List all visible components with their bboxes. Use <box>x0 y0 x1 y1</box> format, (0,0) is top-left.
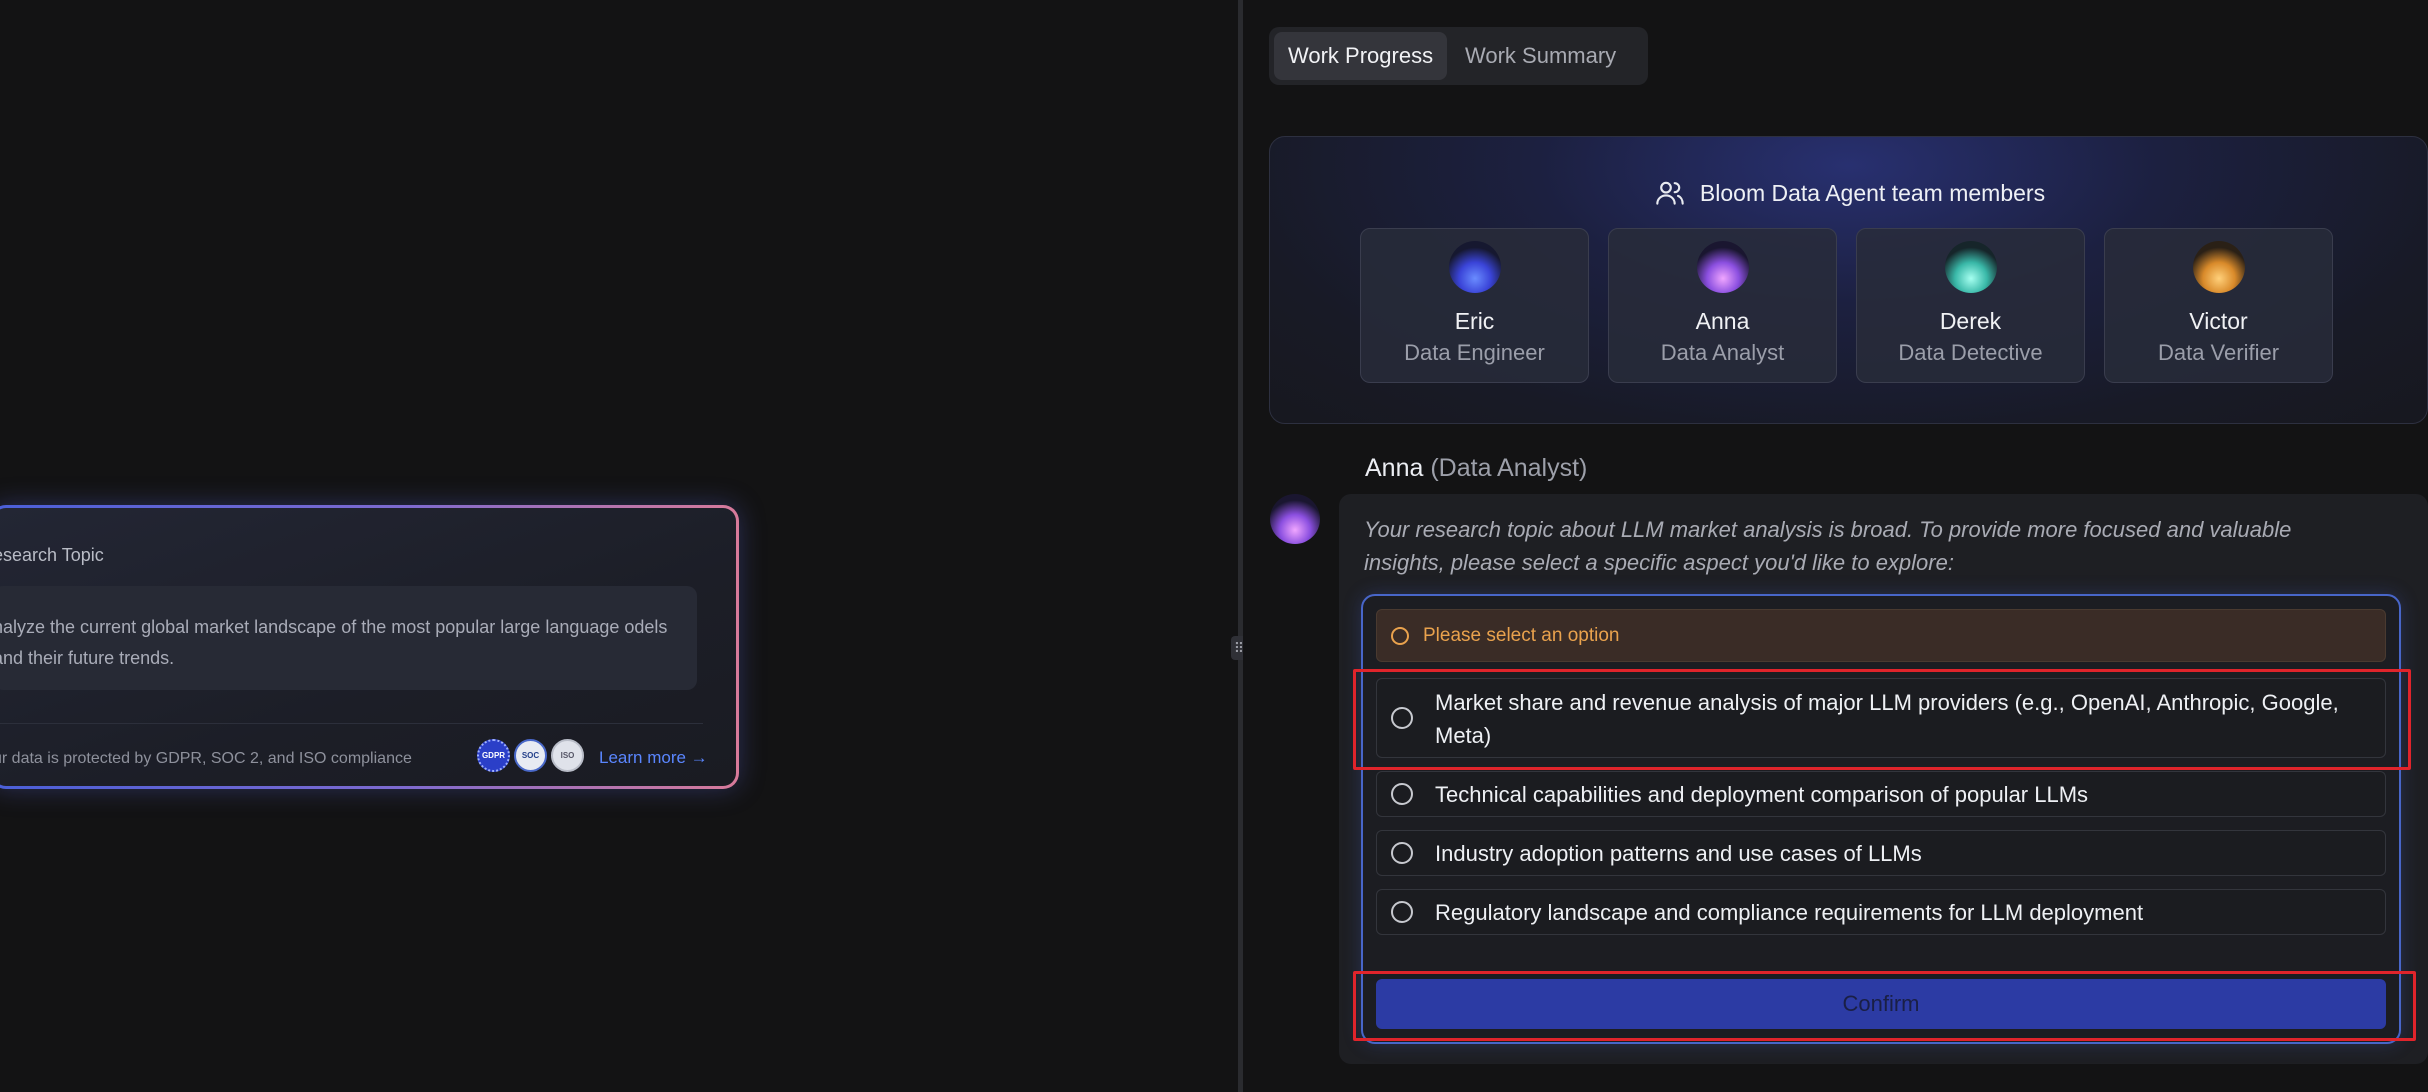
member-card-eric[interactable]: Eric Data Engineer <box>1360 228 1589 383</box>
radio-button[interactable] <box>1391 783 1413 805</box>
member-name: Derek <box>1939 308 2002 334</box>
team-members-card: Bloom Data Agent team members Eric Data … <box>1269 136 2428 424</box>
option-label: Market share and revenue analysis of maj… <box>1435 690 2339 748</box>
tab-work-summary[interactable]: Work Summary <box>1451 32 1630 80</box>
option-industry-adoption[interactable]: Industry adoption patterns and use cases… <box>1376 830 2386 876</box>
member-role: Data Detective <box>1898 340 2043 365</box>
left-pane: esearch Topic nalyze the current global … <box>0 0 1238 1092</box>
research-topic-text: nalyze the current global market landsca… <box>0 617 668 668</box>
option-technical-capabilities[interactable]: Technical capabilities and deployment co… <box>1376 771 2386 817</box>
learn-more-link[interactable]: Learn more → <box>599 748 708 768</box>
confirm-button[interactable]: Confirm <box>1376 979 2386 1029</box>
validation-warning: Please select an option <box>1376 609 2386 662</box>
users-icon <box>1656 181 1684 205</box>
gdpr-badge-icon: GDPR <box>477 739 510 772</box>
iso-badge-icon: ISO <box>551 739 584 772</box>
member-role: Data Analyst <box>1660 340 1785 365</box>
avatar <box>2193 241 2245 293</box>
option-label: Regulatory landscape and compliance requ… <box>1435 900 2144 925</box>
member-name: Eric <box>1454 308 1495 334</box>
avatar <box>1449 241 1501 293</box>
option-label: Industry adoption patterns and use cases… <box>1435 841 1922 866</box>
right-pane: Work Progress Work Summary Bloom Data Ag… <box>1243 0 2428 1092</box>
member-name: Victor <box>2189 308 2248 334</box>
avatar <box>1945 241 1997 293</box>
member-role: Data Verifier <box>2157 340 2280 365</box>
research-topic-card: esearch Topic nalyze the current global … <box>0 505 739 789</box>
research-topic-title: esearch Topic <box>0 545 104 565</box>
soc2-badge-icon: SOC <box>514 739 547 772</box>
message-bubble: Your research topic about LLM market ana… <box>1339 494 2428 1064</box>
speaker-name: Anna <box>1365 454 1424 482</box>
avatar <box>1270 494 1320 544</box>
card-divider <box>0 723 703 724</box>
message-text: Your research topic about LLM market ana… <box>1364 517 2292 575</box>
speaker-role: (Data Analyst) <box>1430 454 1588 482</box>
warning-circle-icon <box>1391 626 1409 645</box>
radio-button[interactable] <box>1391 707 1413 729</box>
chat-speaker: Anna (Data Analyst) <box>1365 454 1587 483</box>
team-title: Bloom Data Agent team members <box>1699 179 2046 206</box>
option-regulatory-landscape[interactable]: Regulatory landscape and compliance requ… <box>1376 889 2386 935</box>
avatar <box>1697 241 1749 293</box>
tab-work-progress[interactable]: Work Progress <box>1274 32 1448 80</box>
research-topic-textbox[interactable]: nalyze the current global market landsca… <box>0 586 697 690</box>
member-card-derek[interactable]: Derek Data Detective <box>1856 228 2085 383</box>
compliance-text: ur data is protected by GDPR, SOC 2, and… <box>0 750 412 767</box>
options-panel: Please select an option Market share and… <box>1361 594 2401 1044</box>
option-market-share[interactable]: Market share and revenue analysis of maj… <box>1376 678 2386 758</box>
option-label: Technical capabilities and deployment co… <box>1435 782 2089 807</box>
radio-button[interactable] <box>1391 901 1413 923</box>
member-card-victor[interactable]: Victor Data Verifier <box>2104 228 2333 383</box>
tab-bar: Work Progress Work Summary <box>1269 27 1648 85</box>
warning-text: Please select an option <box>1423 624 1620 646</box>
member-role: Data Engineer <box>1404 340 1545 365</box>
team-header: Bloom Data Agent team members <box>1270 177 2428 209</box>
radio-button[interactable] <box>1391 842 1413 864</box>
member-name: Anna <box>1695 308 1750 334</box>
member-card-anna[interactable]: Anna Data Analyst <box>1608 228 1837 383</box>
